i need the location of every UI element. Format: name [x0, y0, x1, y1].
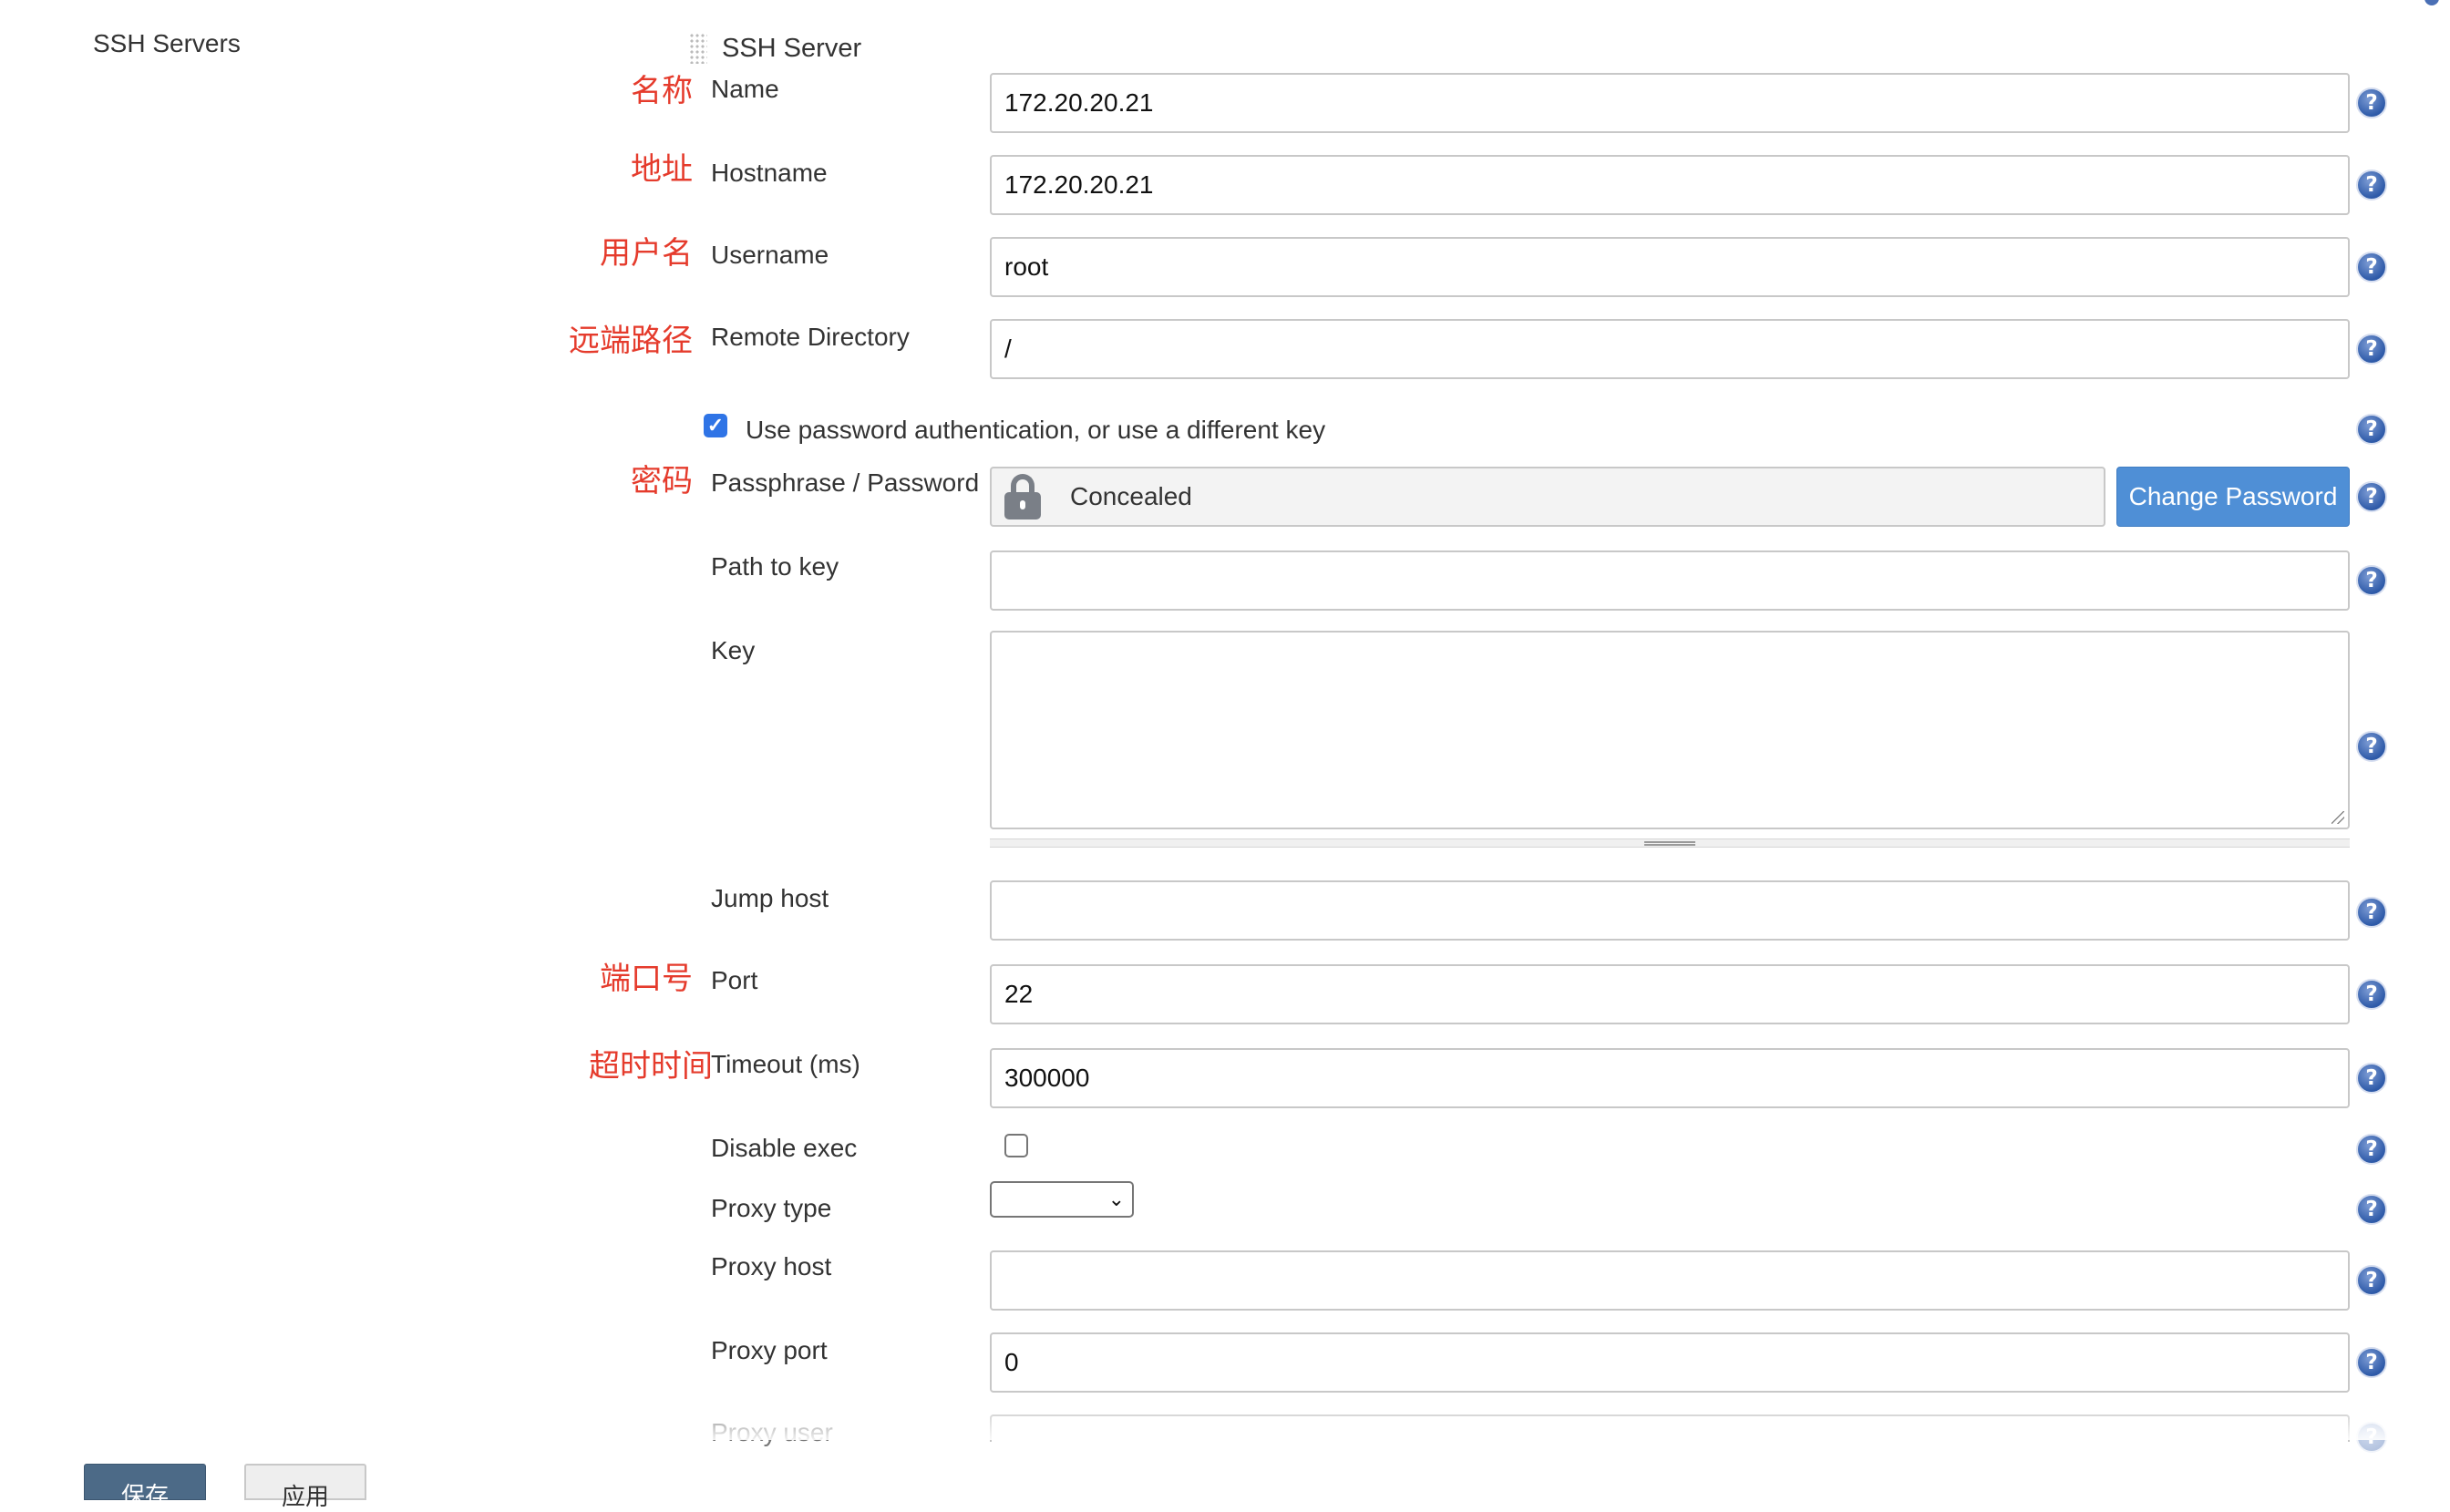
change-password-button[interactable]: Change Password — [2116, 467, 2350, 527]
username-label: Username — [711, 241, 829, 269]
hostname-label: Hostname — [711, 159, 828, 187]
help-icon[interactable]: ? — [2356, 1194, 2387, 1225]
proxy-type-select[interactable]: ⌄ — [990, 1181, 1134, 1218]
help-icon[interactable]: ? — [2356, 481, 2387, 512]
timeout-input[interactable] — [990, 1048, 2350, 1108]
name-input[interactable] — [990, 73, 2350, 133]
help-icon[interactable]: ? — [2356, 87, 2387, 118]
help-icon[interactable]: ? — [2356, 414, 2387, 445]
remote-directory-label: Remote Directory — [711, 323, 910, 351]
use-password-checkbox[interactable]: ✓ — [704, 414, 727, 437]
help-icon[interactable]: ? — [2356, 334, 2387, 365]
annotation-port: 端口号 — [600, 961, 693, 997]
jump-host-label: Jump host — [711, 884, 829, 912]
section-title: SSH Servers — [93, 29, 241, 57]
proxy-port-label: Proxy port — [711, 1336, 828, 1364]
username-input[interactable] — [990, 237, 2350, 297]
resize-handle-icon[interactable] — [2332, 811, 2344, 824]
annotation-username: 用户名 — [600, 235, 693, 272]
resize-grip-icon[interactable] — [1644, 841, 1695, 846]
corner-help-icon — [2424, 0, 2439, 5]
server-header: SSH Server — [689, 33, 861, 64]
name-label: Name — [711, 75, 779, 103]
proxy-host-input[interactable] — [990, 1250, 2350, 1311]
password-label: Passphrase / Password — [711, 468, 980, 497]
jump-host-input[interactable] — [990, 880, 2350, 941]
server-title: SSH Server — [722, 33, 862, 63]
annotation-hostname: 地址 — [631, 151, 693, 188]
help-icon[interactable]: ? — [2356, 565, 2387, 596]
disable-exec-checkbox[interactable] — [1004, 1134, 1028, 1157]
port-label: Port — [711, 966, 758, 994]
timeout-label: Timeout (ms) — [711, 1050, 860, 1078]
concealed-text: Concealed — [1070, 482, 1192, 510]
proxy-type-label: Proxy type — [711, 1194, 832, 1222]
help-icon[interactable]: ? — [2356, 1347, 2387, 1378]
help-icon[interactable]: ? — [2356, 170, 2387, 201]
annotation-password: 密码 — [631, 463, 693, 499]
help-icon[interactable]: ? — [2356, 1063, 2387, 1094]
path-to-key-label: Path to key — [711, 552, 839, 581]
proxy-port-input[interactable] — [990, 1332, 2350, 1393]
annotation-remote-directory: 远端路径 — [569, 323, 693, 359]
hostname-input[interactable] — [990, 155, 2350, 215]
use-password-label: Use password authentication, or use a di… — [746, 416, 1326, 444]
remote-directory-input[interactable] — [990, 319, 2350, 379]
lock-icon — [1004, 474, 1041, 519]
password-concealed-field: Concealed — [990, 467, 2105, 527]
help-icon[interactable]: ? — [2356, 897, 2387, 928]
annotation-timeout: 超时时间 — [589, 1048, 713, 1085]
path-to-key-input[interactable] — [990, 550, 2350, 611]
save-button[interactable]: 保存 — [84, 1464, 206, 1509]
proxy-host-label: Proxy host — [711, 1252, 832, 1281]
help-icon[interactable]: ? — [2356, 1134, 2387, 1165]
chevron-down-icon: ⌄ — [1107, 1188, 1125, 1210]
help-icon[interactable]: ? — [2356, 731, 2387, 762]
port-input[interactable] — [990, 964, 2350, 1024]
help-icon[interactable]: ? — [2356, 252, 2387, 283]
help-icon[interactable]: ? — [2356, 1265, 2387, 1296]
apply-button[interactable]: 应用 — [244, 1464, 366, 1510]
key-textarea[interactable] — [990, 631, 2350, 829]
scroll-fade — [0, 1404, 2450, 1440]
help-icon[interactable]: ? — [2356, 979, 2387, 1010]
key-label: Key — [711, 636, 756, 664]
drag-handle-icon[interactable] — [689, 33, 707, 64]
disable-exec-label: Disable exec — [711, 1134, 858, 1162]
textarea-resize-bar[interactable] — [990, 838, 2350, 848]
annotation-name: 名称 — [631, 73, 693, 109]
